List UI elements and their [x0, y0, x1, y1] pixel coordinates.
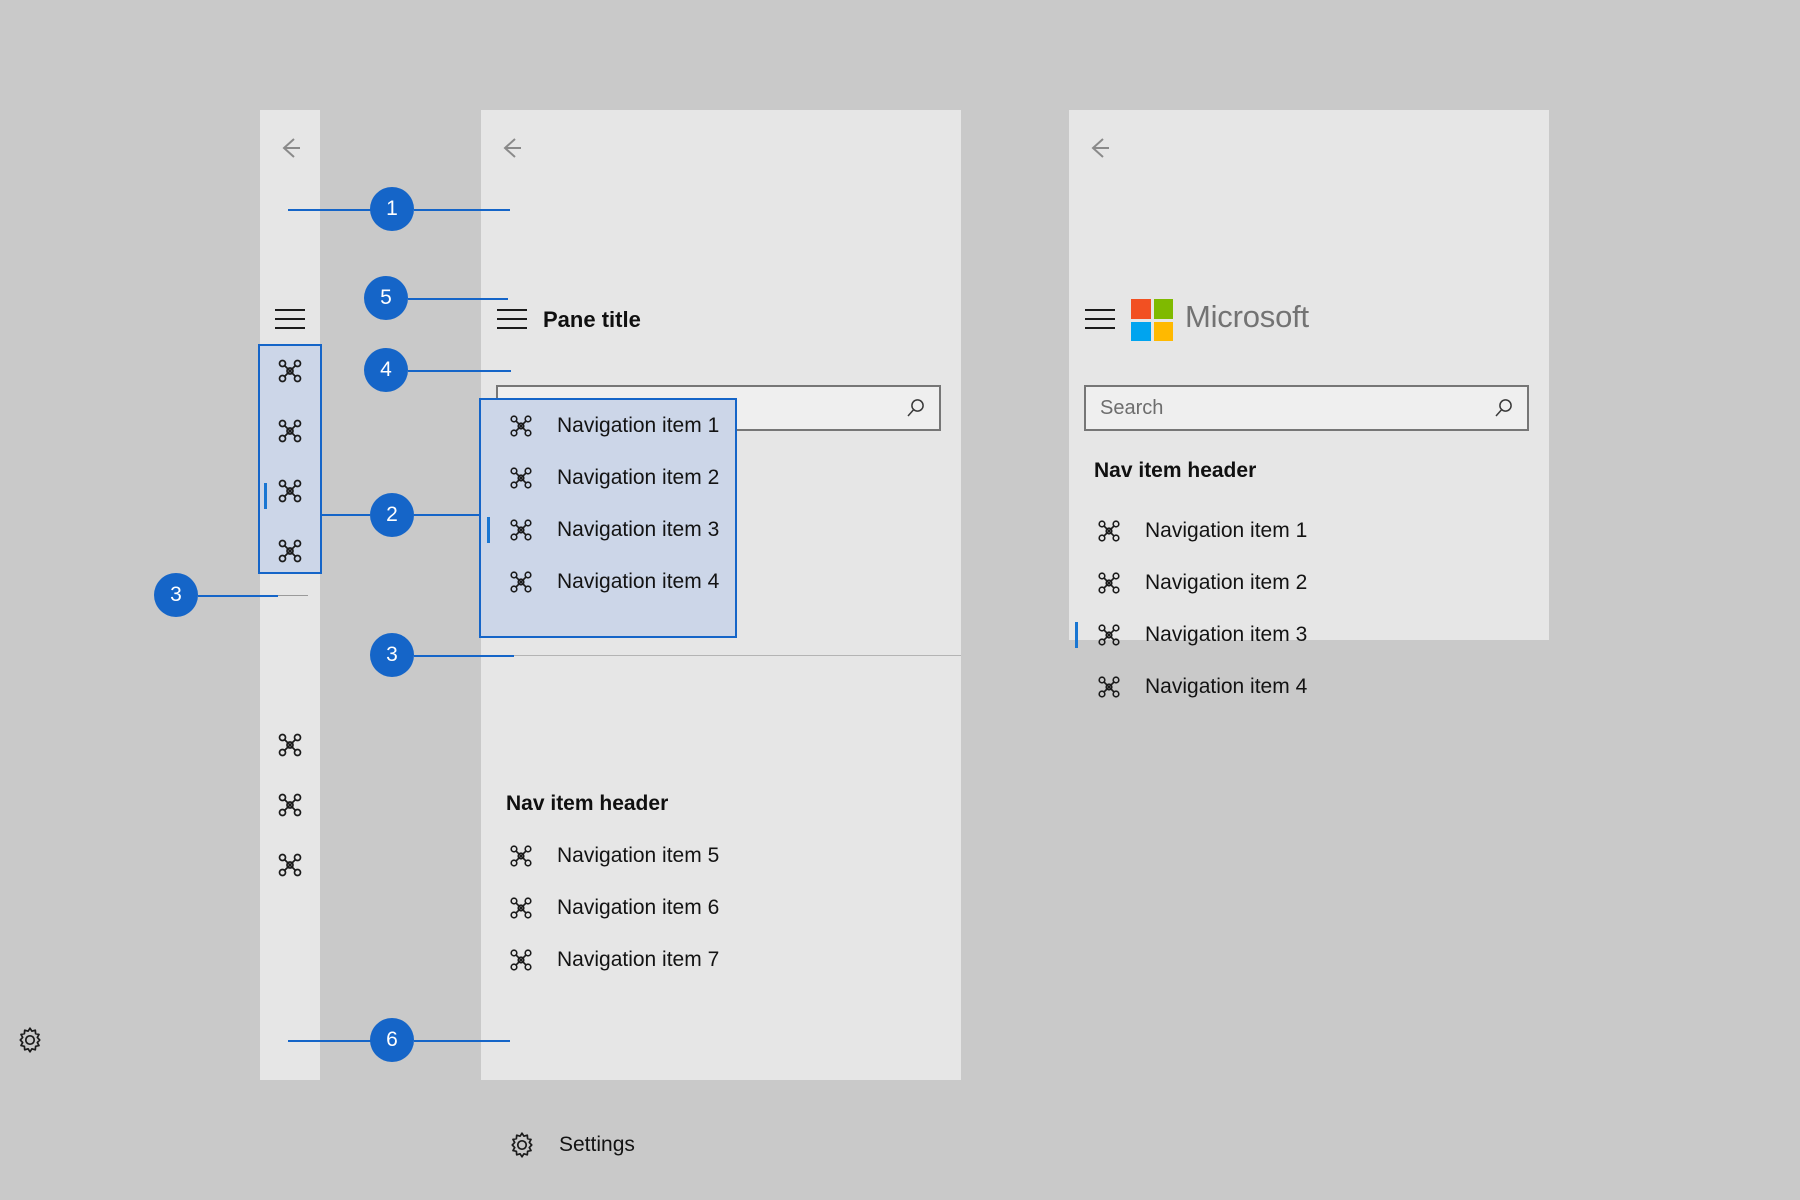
search-icon[interactable] — [1493, 397, 1515, 419]
nav-glyph-icon — [1095, 517, 1123, 545]
nav-item-label: Navigation item 2 — [557, 466, 720, 489]
callout-2-leader-left — [320, 514, 370, 516]
nav-item-4[interactable]: Navigation item 4 — [481, 556, 735, 608]
nav-glyph-icon — [507, 464, 535, 492]
nav-group-list: Navigation item 1 Navigation item 2 Navi… — [1069, 505, 1549, 713]
nav-glyph-icon — [1095, 569, 1123, 597]
logo-square-green — [1153, 299, 1173, 319]
search-placeholder: Search — [1100, 396, 1164, 419]
callout-3b: 3 — [370, 633, 414, 677]
nav-item-3[interactable]: Navigation item 3 — [1069, 609, 1549, 661]
callout-4-leader — [408, 370, 511, 372]
rail-nav-item-2[interactable] — [275, 416, 305, 446]
gear-icon — [507, 1130, 537, 1160]
microsoft-logo-icon — [1131, 299, 1173, 341]
nav-item-label: Navigation item 7 — [557, 948, 720, 971]
nav-group-divider — [481, 655, 961, 656]
back-arrow-icon[interactable] — [1079, 128, 1119, 168]
nav-item-1[interactable]: Navigation item 1 — [1069, 505, 1549, 557]
selection-indicator — [487, 517, 490, 543]
search-input[interactable]: Search — [1084, 385, 1529, 431]
nav-item-label: Navigation item 4 — [557, 570, 720, 593]
hamburger-bar — [275, 318, 305, 320]
hamburger-icon[interactable] — [1085, 309, 1115, 331]
nav-item-5[interactable]: Navigation item 5 — [481, 830, 961, 882]
selection-indicator — [1075, 622, 1078, 648]
nav-item-6[interactable]: Navigation item 6 — [481, 882, 961, 934]
nav-glyph-icon — [507, 516, 535, 544]
settings-row[interactable]: Settings — [507, 1130, 635, 1160]
nav-group-2-header: Nav item header — [506, 792, 669, 815]
nav-item-4[interactable]: Navigation item 4 — [1069, 661, 1549, 713]
hamburger-bar — [275, 327, 305, 329]
callout-2: 2 — [370, 493, 414, 537]
callout-1-leader-right — [414, 209, 510, 211]
settings-label: Settings — [559, 1133, 635, 1156]
nav-highlighted-group: Navigation item 1 Navigation item 2 Navi… — [479, 398, 737, 638]
nav-glyph-icon — [507, 568, 535, 596]
rail-settings-gear-icon[interactable] — [15, 1025, 45, 1055]
nav-glyph-icon — [1095, 673, 1123, 701]
rail-nav-item-5[interactable] — [275, 730, 305, 760]
nav-glyph-icon — [507, 894, 535, 922]
rail-nav-item-6[interactable] — [275, 790, 305, 820]
hamburger-bar — [1085, 327, 1115, 329]
hamburger-bar — [497, 309, 527, 311]
microsoft-wordmark: Microsoft — [1185, 299, 1309, 334]
back-arrow-icon[interactable] — [491, 128, 531, 168]
nav-item-label: Navigation item 3 — [557, 518, 720, 541]
microsoft-branded-nav-pane: Microsoft Search Nav item header Navigat… — [1069, 110, 1549, 698]
nav-item-3[interactable]: Navigation item 3 — [481, 504, 735, 556]
callout-5-leader — [408, 298, 508, 300]
nav-item-7[interactable]: Navigation item 7 — [481, 934, 961, 986]
rail-nav-item-7[interactable] — [275, 850, 305, 880]
callout-1: 1 — [370, 187, 414, 231]
search-icon[interactable] — [905, 397, 927, 419]
callout-3a-leader — [198, 595, 278, 597]
nav-item-label: Navigation item 5 — [557, 844, 720, 867]
nav-item-label: Navigation item 6 — [557, 896, 720, 919]
hamburger-bar — [497, 318, 527, 320]
hamburger-bar — [1085, 318, 1115, 320]
rail-nav-item-4[interactable] — [275, 536, 305, 566]
hamburger-bar — [497, 327, 527, 329]
nav-item-1[interactable]: Navigation item 1 — [481, 400, 735, 452]
nav-item-2[interactable]: Navigation item 2 — [1069, 557, 1549, 609]
logo-square-red — [1131, 299, 1151, 319]
nav-item-label: Navigation item 1 — [1145, 519, 1308, 542]
nav-item-2[interactable]: Navigation item 2 — [481, 452, 735, 504]
callout-6: 6 — [370, 1018, 414, 1062]
pane-title: Pane title — [543, 307, 641, 332]
hamburger-bar — [1085, 309, 1115, 311]
nav-item-label: Navigation item 1 — [557, 414, 720, 437]
nav-group-2-list: Navigation item 5 Navigation item 6 Navi… — [481, 830, 961, 986]
logo-square-yellow — [1153, 321, 1173, 341]
rail-nav-item-1[interactable] — [275, 356, 305, 386]
wireframe-canvas: Pane title Search Nav item header Nav it… — [0, 0, 1800, 1200]
rail-selection-indicator — [264, 483, 267, 509]
callout-2-leader-right — [414, 514, 480, 516]
callout-6-leader-right — [414, 1040, 510, 1042]
back-arrow-icon[interactable] — [270, 128, 310, 168]
nav-glyph-icon — [507, 412, 535, 440]
hamburger-bar — [275, 309, 305, 311]
nav-item-label: Navigation item 3 — [1145, 623, 1308, 646]
hamburger-icon[interactable] — [275, 309, 305, 331]
nav-glyph-icon — [507, 946, 535, 974]
hamburger-icon[interactable] — [497, 309, 527, 331]
callout-3b-leader — [414, 655, 514, 657]
rail-nav-item-3[interactable] — [275, 476, 305, 506]
logo-square-blue — [1131, 321, 1151, 341]
nav-glyph-icon — [507, 842, 535, 870]
callout-4: 4 — [364, 348, 408, 392]
callout-5: 5 — [364, 276, 408, 320]
nav-group-header: Nav item header — [1094, 459, 1257, 482]
callout-3a: 3 — [154, 573, 198, 617]
nav-item-label: Navigation item 2 — [1145, 571, 1308, 594]
nav-glyph-icon — [1095, 621, 1123, 649]
nav-item-label: Navigation item 4 — [1145, 675, 1308, 698]
rail-highlighted-group — [258, 344, 322, 574]
